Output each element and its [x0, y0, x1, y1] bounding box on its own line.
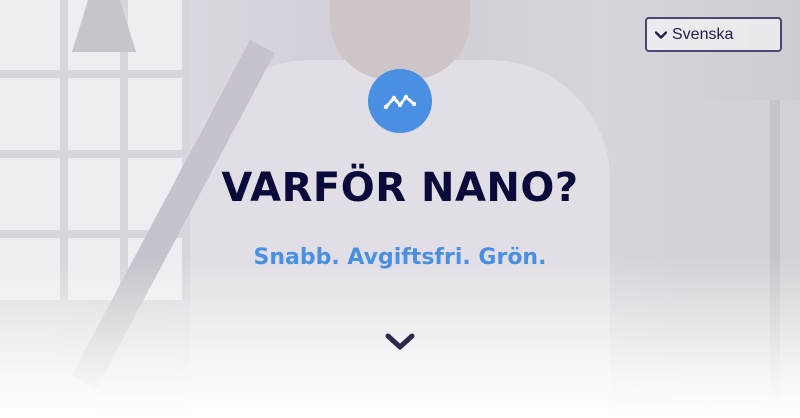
- nano-logo: [368, 69, 432, 133]
- language-select[interactable]: Svenska: [645, 17, 782, 52]
- chevron-down-icon: [655, 30, 667, 39]
- chevron-down-icon: [385, 333, 415, 350]
- scroll-down-button[interactable]: [384, 330, 416, 354]
- page-title: VARFÖR NANO?: [221, 165, 579, 211]
- language-select-value: Svenska: [672, 25, 734, 43]
- page-subtitle: Snabb. Avgiftsfri. Grön.: [253, 245, 547, 270]
- nano-logo-icon: [383, 94, 417, 110]
- hero-section: Svenska VARFÖR NANO? Snabb. Avgiftsfri. …: [0, 0, 800, 418]
